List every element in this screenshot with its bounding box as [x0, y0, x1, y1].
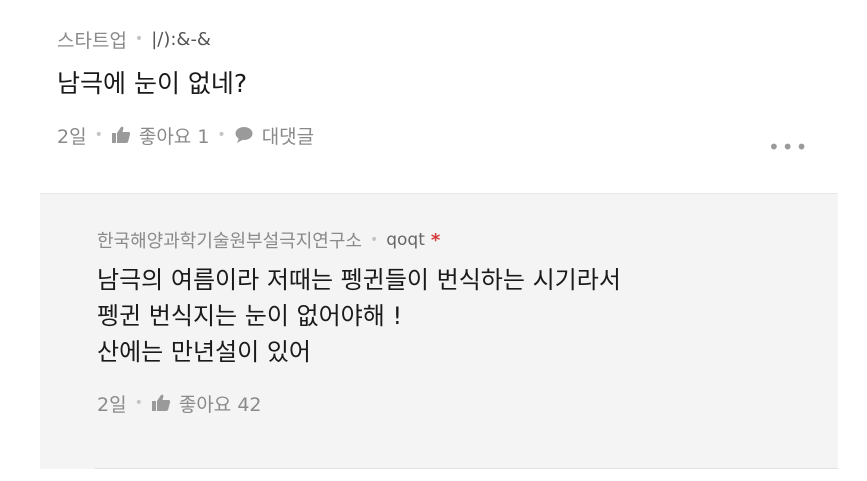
meta-separator: •	[217, 127, 226, 143]
reply-container: 한국해양과학기술원부설극지연구소 • qoqt * 남극의 여름이라 저때는 펭…	[40, 193, 838, 469]
reply-time: 2일	[97, 393, 127, 416]
reply-label: 대댓글	[261, 125, 315, 148]
meta-separator: •	[134, 395, 143, 411]
reply-board-name[interactable]: 한국해양과학기술원부설극지연구소	[97, 227, 362, 253]
reply-comment: 한국해양과학기술원부설극지연구소 • qoqt * 남극의 여름이라 저때는 펭…	[97, 224, 817, 418]
meta-separator: •	[134, 31, 144, 47]
reply-text-line: 펭귄 번식지는 눈이 없어야해 !	[97, 302, 403, 330]
comment: 스타트업 • |/):&-& 남극에 눈이 없네? 2일 • 좋아요 1 • 대…	[57, 22, 817, 150]
thumbs-up-icon	[151, 394, 170, 411]
comment-text: 남극에 눈이 없네?	[57, 69, 248, 98]
more-options-button[interactable]: •••	[768, 135, 809, 159]
speech-bubble-icon	[235, 127, 253, 143]
reply-like-button[interactable]: 좋아요 42	[151, 390, 262, 417]
reply-text: 남극의 여름이라 저때는 펭귄들이 번식하는 시기라서 펭귄 번식지는 눈이 없…	[97, 262, 817, 370]
divider	[95, 468, 838, 469]
reply-text-line: 산에는 만년설이 있어	[97, 338, 311, 366]
meta-separator: •	[94, 127, 103, 143]
reply-actions: 2일 • 좋아요 42	[97, 388, 817, 418]
like-count-label: 좋아요 1	[138, 125, 210, 148]
reply-meta: 한국해양과학기술원부설극지연구소 • qoqt *	[97, 224, 817, 256]
like-button[interactable]: 좋아요 1	[111, 122, 210, 149]
comment-board-name[interactable]: 스타트업	[57, 26, 127, 53]
reply-author-nickname[interactable]: qoqt	[386, 230, 425, 250]
comment-time: 2일	[57, 125, 87, 148]
comment-actions: 2일 • 좋아요 1 • 대댓글	[57, 120, 817, 150]
reply-text-line: 남극의 여름이라 저때는 펭귄들이 번식하는 시기라서	[97, 266, 621, 294]
reply-like-count-label: 좋아요 42	[178, 393, 262, 416]
thumbs-up-icon	[111, 126, 130, 143]
meta-separator: •	[369, 232, 379, 248]
comment-thread: 스타트업 • |/):&-& 남극에 눈이 없네? 2일 • 좋아요 1 • 대…	[0, 0, 867, 481]
comment-meta: 스타트업 • |/):&-&	[57, 22, 817, 56]
author-badge: *	[430, 229, 441, 251]
reply-button[interactable]: 대댓글	[234, 122, 314, 149]
comment-author-nickname[interactable]: |/):&-&	[151, 29, 211, 50]
